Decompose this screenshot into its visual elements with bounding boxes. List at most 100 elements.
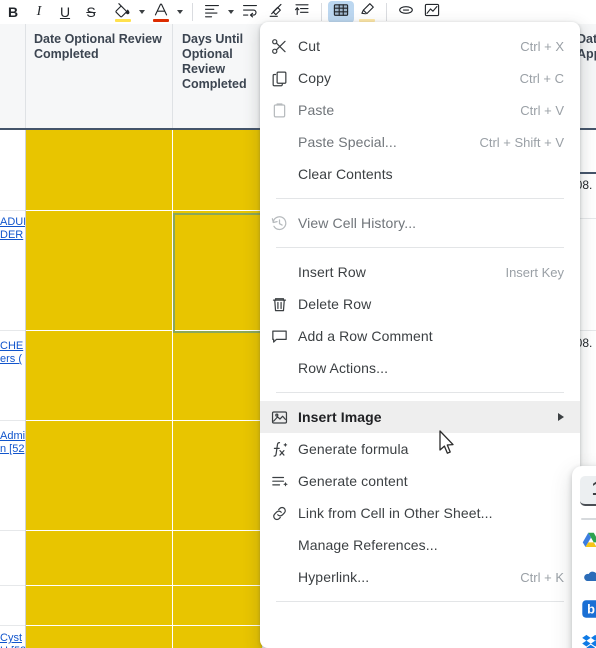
menu-item-icon-slot xyxy=(260,126,298,158)
menu-item-cut-label: Cut xyxy=(298,38,321,54)
toolbar-separator xyxy=(192,3,193,21)
menu-item-hyperlink-label: Hyperlink... xyxy=(298,569,370,585)
header-divider xyxy=(25,24,26,129)
menu-item-cut[interactable]: Cut Ctrl + X xyxy=(260,30,580,62)
menu-item-generate-content[interactable]: Generate content xyxy=(260,465,580,497)
menu-item-view-cell-history-label: View Cell History... xyxy=(298,215,417,231)
menu-item-generate-content-label: Generate content xyxy=(298,473,408,489)
menu-item-manage-references[interactable]: Manage References... xyxy=(260,529,580,561)
chart-icon xyxy=(423,1,441,24)
align-left-icon xyxy=(203,1,221,24)
menu-separator xyxy=(276,198,564,199)
row-stub-1[interactable]: ADULDER xyxy=(0,216,25,242)
menu-item-cut-shortcut: Ctrl + X xyxy=(520,38,564,54)
bold-button-glyph: B xyxy=(7,4,19,20)
menu-item-row-actions[interactable]: Row Actions... xyxy=(260,352,580,384)
grid-line-horizontal xyxy=(26,210,262,211)
menu-item-delete-row[interactable]: Delete Row xyxy=(260,288,580,320)
row-stub-3[interactable]: Admi n [52 xyxy=(0,430,25,456)
menu-item-add-row-comment[interactable]: Add a Row Comment xyxy=(260,320,580,352)
formula-sparkle-icon xyxy=(260,433,298,465)
column-header-date-optional-review-completed[interactable]: Date Optional Review Completed xyxy=(26,24,173,129)
menu-item-clipped[interactable] xyxy=(260,610,580,642)
google-drive-icon[interactable] xyxy=(580,530,596,552)
menu-item-copy[interactable]: Copy Ctrl + C xyxy=(260,62,580,94)
align-chevron-down-icon[interactable] xyxy=(225,1,237,23)
menu-item-insert-row-shortcut: Insert Key xyxy=(505,264,564,280)
menu-item-paste-label: Paste xyxy=(298,102,335,118)
box-icon[interactable]: b xyxy=(580,598,596,620)
row-stub-2[interactable]: CHE ers ( xyxy=(0,340,25,366)
row-stub-line: CHE xyxy=(0,340,24,352)
image-icon xyxy=(260,401,298,433)
toolbar-separator xyxy=(321,3,322,21)
menu-item-clear-contents[interactable]: Clear Contents xyxy=(260,158,580,190)
insert-link-button[interactable] xyxy=(393,1,419,23)
text-color-chevron-down-icon[interactable] xyxy=(174,1,186,23)
italic-button[interactable]: I xyxy=(26,1,52,23)
text-color-button-color-swatch xyxy=(153,19,169,22)
cell-context-menu[interactable]: Cut Ctrl + X Copy Ctrl + C Paste Ctrl + V Past… xyxy=(260,22,580,648)
grid-line-horizontal xyxy=(26,420,262,421)
toolbar-separator xyxy=(386,3,387,21)
menu-item-generate-formula[interactable]: Generate formula xyxy=(260,433,580,465)
menu-item-insert-image-label: Insert Image xyxy=(298,409,382,425)
align-button[interactable] xyxy=(199,1,225,23)
panel-divider xyxy=(581,518,596,520)
left-gutter-edge xyxy=(25,130,26,648)
menu-item-paste[interactable]: Paste Ctrl + V xyxy=(260,94,580,126)
header-divider xyxy=(172,24,173,129)
fill-color-chevron-down-icon[interactable] xyxy=(136,1,148,23)
gutter-line xyxy=(0,330,25,331)
insert-chart-button[interactable] xyxy=(419,1,445,23)
fill-color-button-color-swatch xyxy=(115,19,131,22)
one-password-badge[interactable]: 1 xyxy=(580,476,596,506)
menu-item-copy-label: Copy xyxy=(298,70,332,86)
menu-item-hyperlink[interactable]: Hyperlink... Ctrl + K xyxy=(260,561,580,593)
menu-item-delete-row-label: Delete Row xyxy=(298,296,372,312)
menu-separator xyxy=(276,247,564,248)
clear-format-button[interactable] xyxy=(263,1,289,23)
menu-item-view-cell-history[interactable]: View Cell History... xyxy=(260,207,580,239)
filled-cell-range[interactable] xyxy=(26,130,262,648)
strikethrough-button[interactable]: S xyxy=(78,1,104,23)
content-sparkle-icon xyxy=(260,465,298,497)
column-header-days-until-review[interactable]: Days Until Optional Review Completed xyxy=(174,24,262,129)
bold-button[interactable]: B xyxy=(0,1,26,23)
row-stub-line: ADUL xyxy=(0,216,25,228)
trash-icon xyxy=(260,288,298,320)
formatting-toolbar: B I US xyxy=(0,0,596,24)
menu-item-link-from-cell-in-other-sheet[interactable]: Link from Cell in Other Sheet... xyxy=(260,497,580,529)
gutter-line xyxy=(0,625,25,626)
scissors-icon xyxy=(260,30,298,62)
onedrive-icon[interactable] xyxy=(580,564,596,586)
fill-color-button[interactable] xyxy=(110,1,136,23)
menu-item-row-actions-label: Row Actions... xyxy=(298,360,389,376)
gutter-line xyxy=(0,585,25,586)
highlighter-button[interactable] xyxy=(354,1,380,23)
underline-button[interactable]: U xyxy=(52,1,78,23)
gutter-line xyxy=(0,210,25,211)
menu-item-paste-special[interactable]: Paste Special... Ctrl + Shift + V xyxy=(260,126,580,158)
menu-item-clear-contents-label: Clear Contents xyxy=(298,166,393,182)
indent-button[interactable] xyxy=(289,1,315,23)
grid-line-horizontal xyxy=(26,585,262,586)
eraser-icon xyxy=(267,1,285,24)
wrap-text-icon xyxy=(241,1,259,24)
menu-item-icon-slot xyxy=(260,561,298,593)
gutter-line xyxy=(0,420,25,421)
menu-item-insert-image[interactable]: Insert Image xyxy=(260,401,580,433)
wrap-text-button[interactable] xyxy=(237,1,263,23)
text-color-button[interactable] xyxy=(148,1,174,23)
menu-item-paste-shortcut: Ctrl + V xyxy=(520,102,564,118)
menu-item-insert-row[interactable]: Insert Row Insert Key xyxy=(260,256,580,288)
image-source-panel[interactable]: 1 b xyxy=(572,466,596,648)
row-stub-line: n [52 xyxy=(0,443,25,455)
menu-item-paste-special-shortcut: Ctrl + Shift + V xyxy=(479,134,564,150)
row-stub-4[interactable]: CystH [53 xyxy=(0,632,25,648)
spreadsheet-app-window: B I US Date Optional Review Completed Days… xyxy=(0,0,596,648)
active-cell-selection[interactable] xyxy=(173,213,262,333)
dropbox-icon[interactable] xyxy=(580,632,596,648)
insert-table-button[interactable] xyxy=(328,1,354,23)
comment-icon xyxy=(260,320,298,352)
